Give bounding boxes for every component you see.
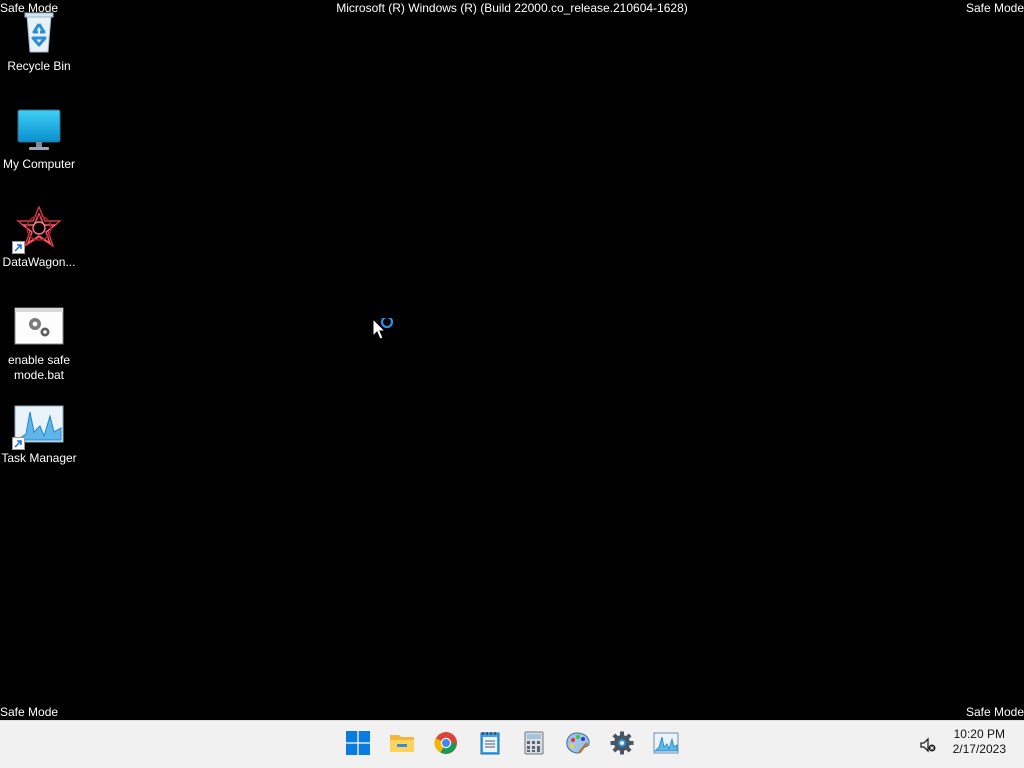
shortcut-arrow-icon	[12, 241, 25, 254]
desktop-icon-recycle-bin[interactable]: Recycle Bin	[0, 6, 78, 74]
clock-time: 10:20 PM	[953, 727, 1005, 741]
start-icon	[346, 730, 370, 760]
clock-date: 2/17/2023	[952, 742, 1006, 756]
taskbar-file-explorer[interactable]	[386, 729, 418, 761]
task-manager-icon	[12, 402, 64, 450]
start-button[interactable]	[342, 729, 374, 761]
windows-build-string: Microsoft (R) Windows (R) (Build 22000.c…	[336, 1, 688, 15]
desktop-icon-label: DataWagon...	[2, 255, 76, 269]
taskbar-settings[interactable]	[606, 729, 638, 761]
recycle-bin-icon	[14, 10, 64, 54]
taskbar-task-manager[interactable]	[650, 729, 682, 761]
desktop-icon-datawagon[interactable]: DataWagon...	[0, 202, 78, 270]
safe-mode-label-bottom-right: Safe Mode	[965, 705, 1024, 719]
system-clock[interactable]: 10:20 PM 2/17/2023	[953, 727, 1006, 757]
datawagon-icon	[12, 205, 64, 254]
network-disconnected-icon[interactable]	[918, 735, 938, 755]
taskbar: 10:20 PM 2/17/2023	[0, 720, 1024, 768]
settings-icon	[610, 731, 634, 760]
desktop-icon-label: My Computer	[2, 157, 76, 171]
taskbar-calculator[interactable]	[518, 729, 550, 761]
desktop-icon-label: Task Manager	[1, 451, 77, 465]
taskbar-notepad[interactable]	[474, 729, 506, 761]
safe-mode-label-top-right: Safe Mode	[965, 1, 1024, 15]
chrome-icon	[434, 731, 458, 760]
busy-cursor-icon	[372, 315, 398, 347]
desktop-icon-label: enable safe mode.bat	[7, 353, 71, 382]
safe-mode-label-bottom-left: Safe Mode	[0, 705, 59, 719]
taskbar-chrome[interactable]	[430, 729, 462, 761]
calculator-icon	[524, 731, 544, 760]
shortcut-arrow-icon	[12, 437, 25, 450]
desktop-icon-task-manager[interactable]: Task Manager	[0, 398, 78, 466]
taskbar-paint[interactable]	[562, 729, 594, 761]
paint-icon	[565, 731, 591, 760]
file-explorer-icon	[389, 732, 415, 759]
desktop-icon-label: Recycle Bin	[7, 59, 71, 73]
batch-file-icon	[14, 304, 64, 348]
task-manager-icon	[653, 732, 679, 759]
notepad-icon	[479, 731, 501, 760]
monitor-icon	[14, 108, 64, 152]
desktop-icon-enable-safe-mode-bat[interactable]: enable safe mode.bat	[0, 300, 78, 383]
desktop-icon-my-computer[interactable]: My Computer	[0, 104, 78, 172]
